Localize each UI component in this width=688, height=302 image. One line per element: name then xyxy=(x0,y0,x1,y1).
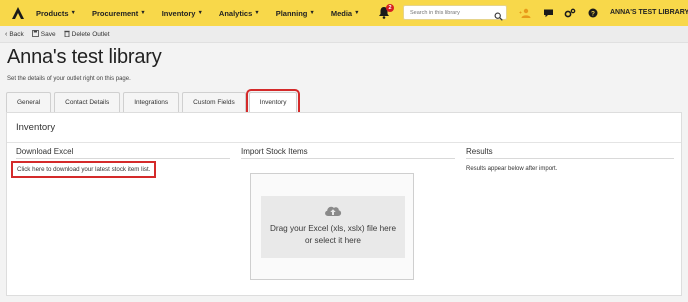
dropzone-line-1: Drag your Excel (xls, xslx) file here xyxy=(269,224,397,233)
chevron-down-icon: ▼ xyxy=(197,10,203,16)
chevron-down-icon: ▼ xyxy=(354,10,360,16)
library-account-menu[interactable]: ANNA'S TEST LIBRARY xyxy=(610,0,688,26)
back-button[interactable]: ‹ Back xyxy=(5,31,24,38)
divider xyxy=(241,158,455,159)
menu-procurement[interactable]: Procurement ▼ xyxy=(92,9,146,18)
chevron-left-icon: ‹ xyxy=(5,30,8,38)
save-floppy-icon xyxy=(31,29,39,39)
cloud-upload-icon xyxy=(323,202,343,218)
notification-count-badge: 2 xyxy=(386,4,394,12)
menu-analytics[interactable]: Analytics ▼ xyxy=(219,9,260,18)
tab-integrations[interactable]: Integrations xyxy=(123,92,180,112)
tab-custom-fields[interactable]: Custom Fields xyxy=(182,92,246,112)
results-note: Results appear below after import. xyxy=(466,166,558,172)
chevron-down-icon: ▼ xyxy=(309,10,315,16)
divider xyxy=(7,142,681,143)
download-excel-title: Download Excel xyxy=(16,147,74,156)
trash-icon xyxy=(63,30,70,39)
download-stock-list-link[interactable]: Click here to download your latest stock… xyxy=(11,161,157,178)
outlet-tabs: General Contact Details Integrations Cus… xyxy=(6,89,301,115)
search-icon[interactable] xyxy=(494,8,503,21)
panel-title: Inventory xyxy=(16,122,56,133)
import-stock-items-title: Import Stock Items xyxy=(241,147,308,156)
top-navigation-bar: Products ▼ Procurement ▼ Inventory ▼ Analyt… xyxy=(0,0,688,26)
delete-outlet-button[interactable]: Delete Outlet xyxy=(63,30,110,39)
delete-label: Delete Outlet xyxy=(71,30,110,38)
chat-icon[interactable] xyxy=(542,7,554,19)
dropzone-target[interactable]: Drag your Excel (xls, xslx) file here or… xyxy=(261,196,405,258)
settings-gear-icon[interactable] xyxy=(564,7,576,19)
results-title: Results xyxy=(466,147,493,156)
dropzone-line-2: or select it here xyxy=(305,236,361,245)
menu-label: Planning xyxy=(275,8,308,18)
tab-general[interactable]: General xyxy=(6,92,52,112)
menu-planning[interactable]: Planning ▼ xyxy=(276,9,315,18)
menu-products[interactable]: Products ▼ xyxy=(36,9,76,18)
main-menu: Products ▼ Procurement ▼ Inventory ▼ Analyt… xyxy=(36,9,376,18)
app-logo-icon[interactable] xyxy=(6,0,30,26)
chevron-down-icon: ▼ xyxy=(254,10,260,16)
menu-media[interactable]: Media ▼ xyxy=(331,9,360,18)
help-icon[interactable]: ? xyxy=(587,7,599,19)
divider xyxy=(16,158,230,159)
action-toolbar: ‹ Back Save Delete Outlet xyxy=(0,26,688,43)
user-group-icon[interactable] xyxy=(519,7,531,19)
menu-label: Inventory xyxy=(161,8,196,18)
back-label: Back xyxy=(9,30,24,38)
dropzone-instructions: Drag your Excel (xls, xslx) file here or… xyxy=(261,223,405,247)
tab-contact-details[interactable]: Contact Details xyxy=(54,92,121,112)
page-subtitle: Set the details of your outlet right on … xyxy=(7,76,131,82)
menu-label: Analytics xyxy=(218,8,253,18)
chevron-down-icon: ▼ xyxy=(140,10,146,16)
menu-label: Media xyxy=(330,8,353,18)
menu-inventory[interactable]: Inventory ▼ xyxy=(162,9,203,18)
tab-inventory[interactable]: Inventory xyxy=(245,89,301,115)
divider xyxy=(466,158,674,159)
page-title: Anna's test library xyxy=(7,46,162,68)
file-dropzone[interactable]: Drag your Excel (xls, xslx) file here or… xyxy=(250,173,414,280)
save-button[interactable]: Save xyxy=(31,29,56,39)
menu-label: Products xyxy=(36,8,69,18)
menu-label: Procurement xyxy=(91,8,139,18)
save-label: Save xyxy=(40,30,56,38)
search-input[interactable] xyxy=(403,5,507,20)
svg-text:?: ? xyxy=(591,10,595,17)
chevron-down-icon: ▼ xyxy=(70,10,76,16)
inventory-panel: Inventory Download Excel Click here to d… xyxy=(6,112,682,296)
